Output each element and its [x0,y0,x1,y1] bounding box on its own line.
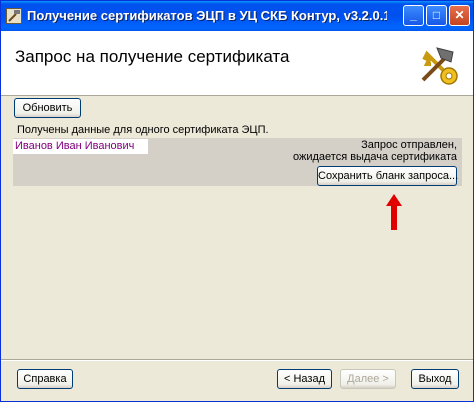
request-status-line1: Запрос отправлен, [361,139,457,151]
hammer-key-icon [415,40,463,88]
wizard-header: Запрос на получение сертификата [1,31,473,96]
maximize-button[interactable]: □ [426,5,447,26]
close-button[interactable]: ✕ [449,5,470,26]
page-title: Запрос на получение сертификата [15,47,290,66]
request-status-line2: ожидается выдача сертификата [293,151,457,163]
minimize-button[interactable]: _ [403,5,424,26]
refresh-button[interactable]: Обновить [14,98,81,118]
next-button: Далее > [340,369,396,389]
help-button[interactable]: Справка [17,369,73,389]
save-request-form-button[interactable]: Сохранить бланк запроса... [317,166,458,186]
exit-button[interactable]: Выход [411,369,459,389]
wizard-window: Получение сертификатов ЭЦП в УЦ СКБ Конт… [0,0,474,402]
annotation-arrow-icon [386,194,402,230]
back-button[interactable]: < Назад [277,369,332,389]
title-bar[interactable]: Получение сертификатов ЭЦП в УЦ СКБ Конт… [1,1,473,31]
info-text: Получены данные для одного сертификата Э… [17,124,269,136]
window-title: Получение сертификатов ЭЦП в УЦ СКБ Конт… [27,8,387,23]
footer-divider [1,359,473,361]
certificate-list: Иванов Иван Иванович Запрос отправлен, о… [13,138,462,186]
app-icon [6,8,22,24]
certificate-name: Иванов Иван Иванович [13,139,148,154]
